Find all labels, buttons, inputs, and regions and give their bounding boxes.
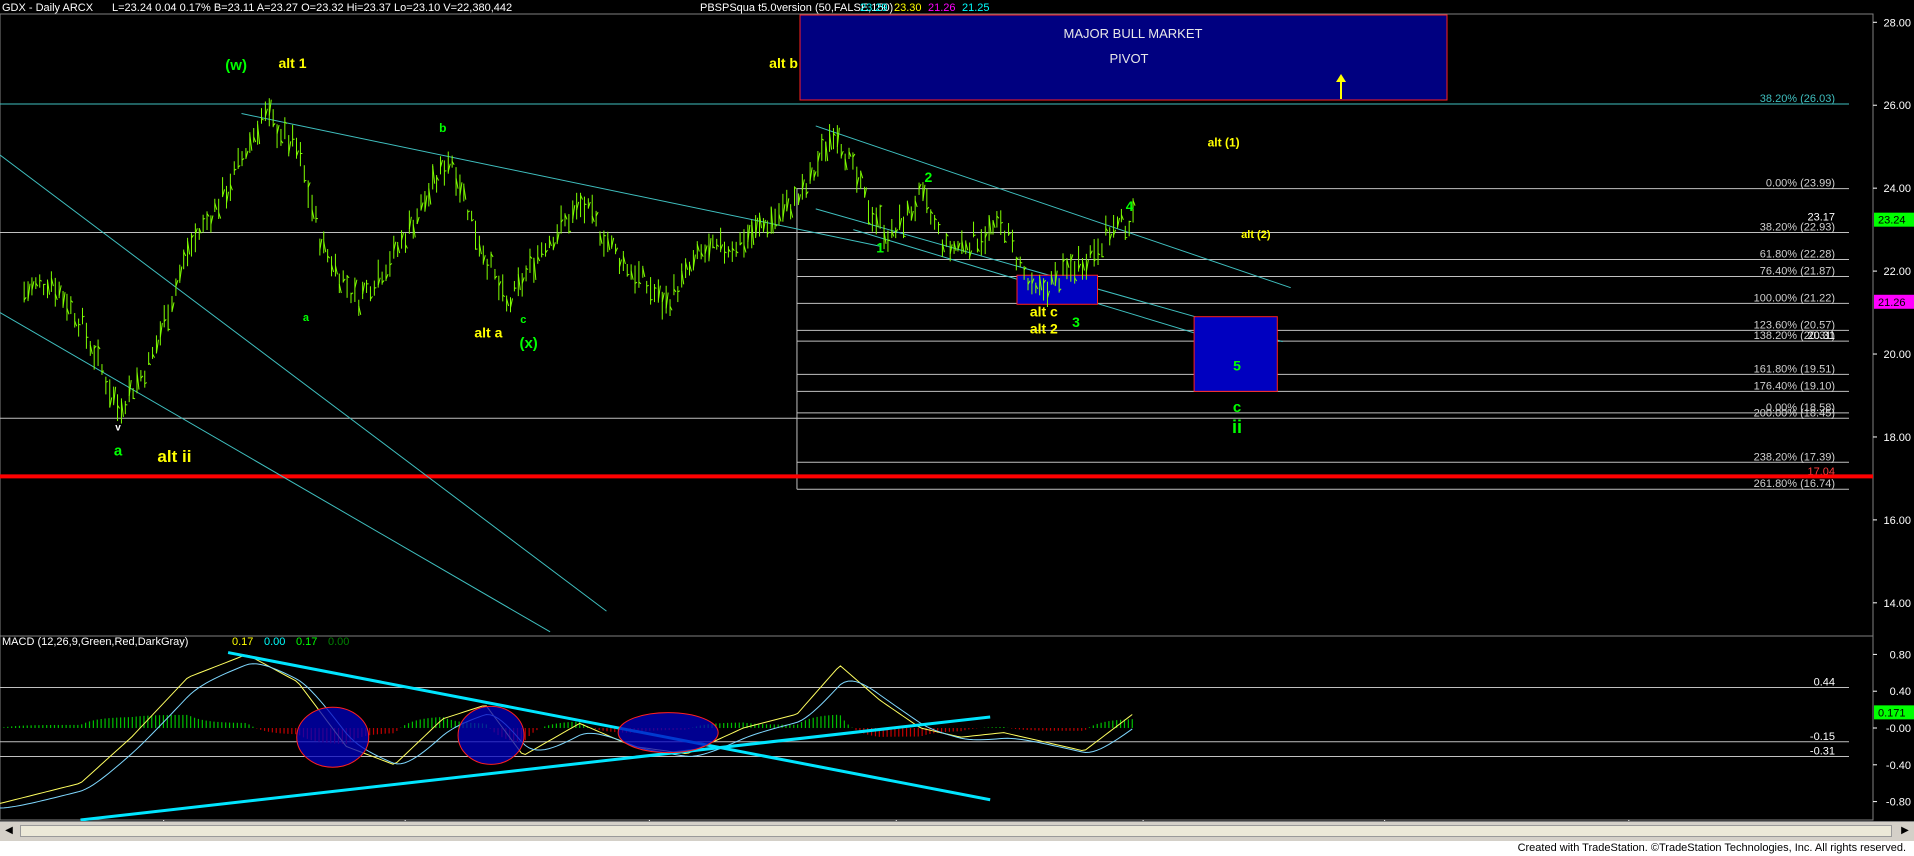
wave-label: v — [115, 423, 121, 434]
indicator-value-3: 21.25 — [962, 2, 990, 14]
fib-level-label: 76.40% (21.87) — [1760, 265, 1835, 277]
fib-level-label: 238.20% (17.39) — [1754, 451, 1835, 463]
fib-level-label: 100.00% (21.22) — [1754, 292, 1835, 304]
price-tick-label: 28.00 — [1883, 17, 1911, 29]
macd-level-label: -0.15 — [1810, 731, 1835, 743]
wave-label: (x) — [519, 335, 537, 352]
wave5-target-box — [1193, 316, 1278, 392]
scroll-right-icon[interactable]: ▶ — [1898, 824, 1912, 838]
level-tag: 23.17 — [1807, 212, 1835, 224]
macd-panel: 0.80 0.40 -0.00 -0.40 -0.80 0.44 -0.15 -0.31 0.1… — [0, 635, 1914, 822]
macd-tick-label: -0.40 — [1886, 760, 1911, 772]
price-tick-label: 20.00 — [1883, 349, 1911, 361]
indicator-values: 23.29 23.30 21.26 21.25 — [860, 2, 990, 14]
wave-label: 2 — [925, 169, 933, 185]
price-bar-close — [654, 287, 657, 289]
price-tick-label: 22.00 — [1883, 266, 1911, 278]
price-tick-label: 18.00 — [1883, 432, 1911, 444]
wave-label: alt ii — [157, 447, 191, 466]
wave-label: a — [303, 312, 310, 324]
macd-highlight-ellipse — [617, 712, 719, 754]
macd-value-2: 0.17 — [296, 636, 317, 648]
wave-label: 4 — [1126, 198, 1134, 214]
last-ind-value: 21.26 — [1878, 297, 1906, 309]
wave-label: b — [439, 121, 446, 135]
price-plot-frame — [0, 13, 1874, 637]
fib-level-label: 61.80% (22.28) — [1760, 248, 1835, 260]
price-bar-close — [202, 218, 206, 220]
wave-label: a — [114, 443, 123, 460]
wave-label: alt 1 — [278, 55, 306, 71]
wave-label: alt (1) — [1208, 136, 1240, 150]
macd-tick-label: 0.40 — [1890, 686, 1911, 698]
wave-label: alt 2 — [1030, 320, 1058, 336]
wave-label: 5 — [1233, 358, 1241, 374]
macd-level-label: -0.31 — [1810, 746, 1835, 758]
pivot-box: MAJOR BULL MARKET PIVOT — [799, 14, 1448, 101]
price-panel: 14.00 16.00 18.00 20.00 22.00 24.00 26.00 28.00… — [0, 13, 1914, 637]
macd-level-label: 0.44 — [1814, 677, 1835, 689]
pivot-title: MAJOR BULL MARKET — [1064, 26, 1203, 41]
wave-label: c — [520, 314, 526, 326]
indicator-value-0: 23.29 — [860, 2, 888, 14]
fib-level-label: 261.80% (16.74) — [1754, 478, 1835, 490]
last-price-value: 23.24 — [1878, 215, 1906, 227]
macd-value-0: 0.17 — [232, 636, 253, 648]
macd-tick-label: 0.80 — [1890, 649, 1911, 661]
wave-label: alt (2) — [1241, 229, 1271, 241]
macd-label: MACD (12,26,9,Green,Red,DarkGray) — [2, 636, 188, 648]
macd-tick-label: -0.80 — [1886, 797, 1911, 809]
status-bar: Created with TradeStation. ©TradeStation… — [0, 841, 1914, 856]
wave-label: 3 — [1072, 314, 1080, 330]
indicator-value-1: 23.30 — [894, 2, 922, 14]
wave-label: alt b — [769, 55, 798, 71]
fib-level-label: 200.00% (18.45) — [1754, 407, 1835, 419]
gdx-daily-chart[interactable]: 14.0016.0018.0020.0022.0024.0026.0028.00… — [0, 0, 1914, 856]
wave-label: (w) — [225, 57, 247, 74]
indicator-value-2: 21.26 — [928, 2, 956, 14]
price-tick-label: 24.00 — [1883, 183, 1911, 195]
macd-tick-label: -0.00 — [1886, 723, 1911, 735]
chart-quote: L=23.24 0.04 0.17% B=23.11 A=23.27 O=23.… — [112, 2, 512, 14]
macd-highlight-ellipse — [296, 706, 370, 768]
scroll-left-icon[interactable]: ◀ — [2, 824, 16, 838]
wave-label: 1 — [876, 239, 884, 255]
price-bar-close — [374, 287, 377, 289]
macd-value-1: 0.00 — [264, 636, 285, 648]
scrollbar-thumb[interactable] — [20, 825, 1892, 837]
fib-level-label: 176.40% (19.10) — [1754, 380, 1835, 392]
wave-label: alt a — [474, 324, 502, 340]
macd-last-value: 0.171 — [1878, 707, 1906, 719]
pivot-subtitle: PIVOT — [1109, 51, 1148, 66]
fib-level-label: 0.00% (23.99) — [1766, 178, 1835, 190]
price-bar-close — [78, 323, 81, 326]
macd-highlight-ellipse — [457, 705, 525, 765]
horizontal-scrollbar[interactable]: ◀ ▶ — [0, 821, 1914, 841]
macd-value-3: 0.00 — [328, 636, 349, 648]
level-tag: 20.31 — [1807, 330, 1835, 342]
price-bar-close — [132, 397, 136, 400]
price-tick-label: 16.00 — [1883, 515, 1911, 527]
chart-symbol: GDX - Daily ARCX — [2, 2, 94, 14]
price-bar-close — [584, 203, 587, 205]
fib-level-label: 161.80% (19.51) — [1754, 363, 1835, 375]
price-tick-label: 14.00 — [1883, 598, 1911, 610]
wave-label: alt c — [1030, 304, 1058, 320]
wave-label: ii — [1232, 417, 1242, 437]
wave-label: c — [1233, 399, 1241, 416]
price-tick-label: 26.00 — [1883, 100, 1911, 112]
fib-level-label: 38.20% (26.03) — [1760, 93, 1835, 105]
price-bar-close — [650, 298, 653, 301]
alt2-target-box — [1016, 274, 1099, 305]
